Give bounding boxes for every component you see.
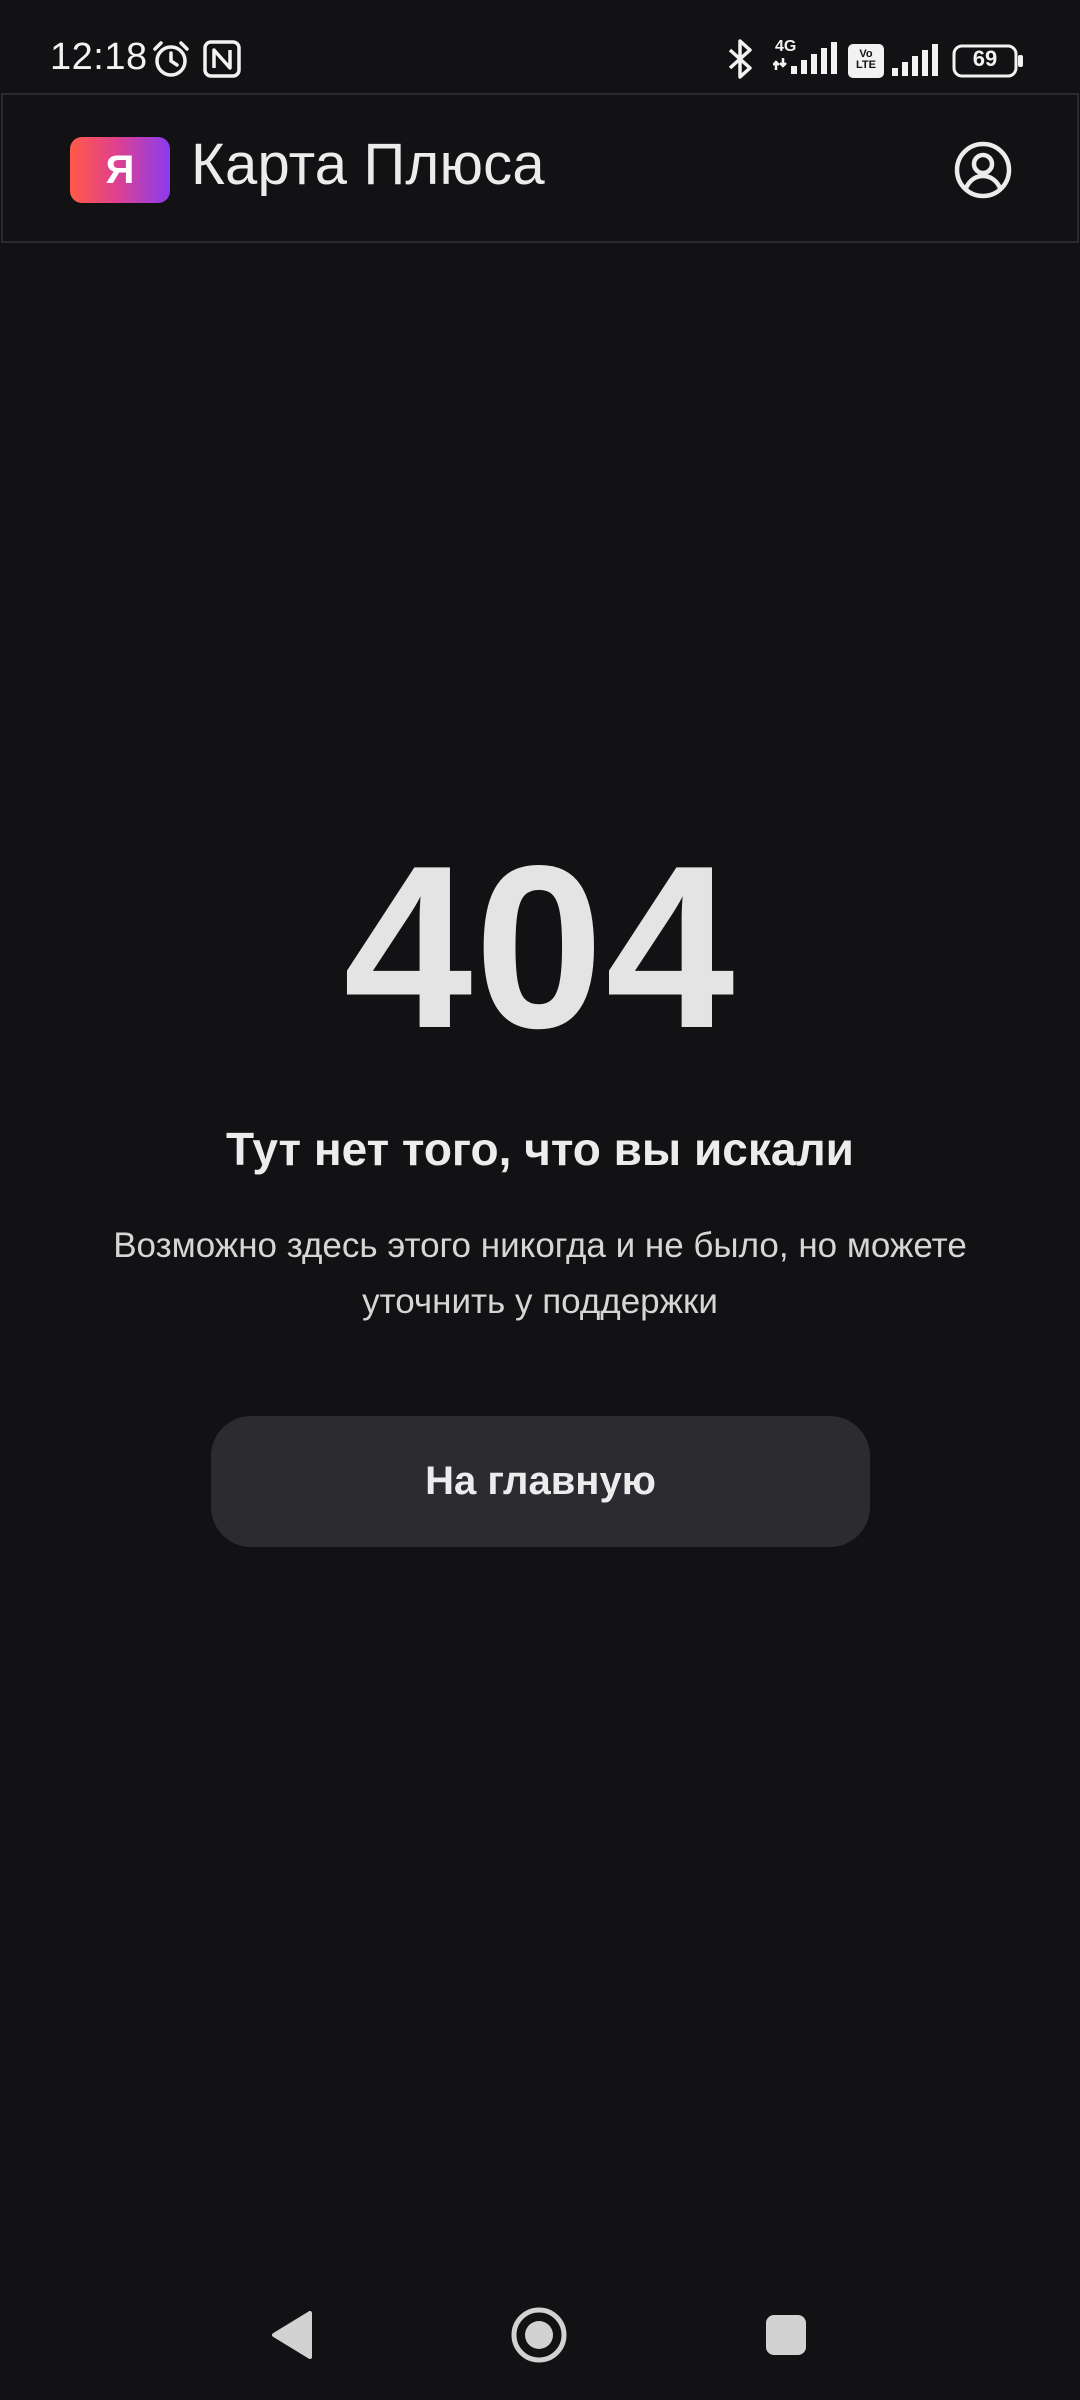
app-title: Карта Плюса: [191, 132, 545, 197]
volte-label: Vo LTE: [856, 48, 876, 71]
navigation-bar: [0, 2280, 1080, 2390]
back-icon[interactable]: [270, 2310, 314, 2360]
app-header: Я Карта Плюса: [1, 93, 1079, 243]
home-button[interactable]: На главную: [211, 1416, 870, 1547]
recents-icon[interactable]: [764, 2313, 808, 2357]
status-bar: 12:18 4G Vo LTE 69: [0, 0, 1080, 92]
profile-button[interactable]: [953, 140, 1013, 200]
alarm-icon: [153, 41, 189, 77]
bluetooth-icon: [728, 39, 752, 79]
logo-letter: Я: [105, 147, 135, 192]
yandex-logo[interactable]: Я: [70, 137, 170, 203]
error-description: Возможно здесь этого никогда и не было, …: [113, 1226, 967, 1321]
screen: 12:18 4G Vo LTE 69 Я Карта Плюса 404 Тут…: [0, 0, 1080, 2400]
signal-icon-2: [892, 44, 938, 76]
user-circle-icon: [954, 141, 1012, 199]
nfc-icon: [203, 40, 241, 78]
battery-level: 69: [972, 46, 998, 71]
error-title: Тут нет того, что вы искали: [226, 1123, 854, 1175]
home-icon[interactable]: [510, 2306, 568, 2364]
status-time: 12:18: [50, 36, 148, 78]
error-code: 404: [343, 818, 737, 1077]
signal-icon: [773, 42, 837, 74]
